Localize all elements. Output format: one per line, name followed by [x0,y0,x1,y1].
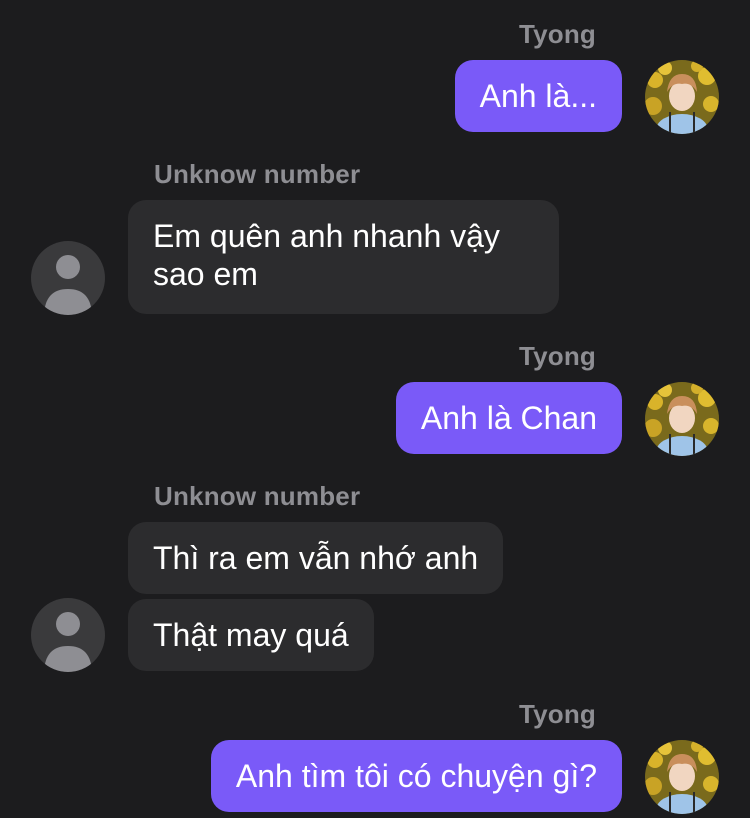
user-avatar[interactable] [645,382,719,456]
user-avatar-photo [645,60,719,134]
sender-name: Unknow number [154,159,361,189]
person-silhouette-icon [44,255,92,315]
user-avatar[interactable] [645,60,719,134]
sender-name: Tyong [518,699,596,729]
unknown-contact-avatar[interactable] [31,598,105,672]
message-bubble-outgoing[interactable]: Anh tìm tôi có chuyện gì? [210,740,622,812]
unknown-contact-avatar[interactable] [31,241,105,315]
user-avatar[interactable] [645,740,719,814]
sender-name: Tyong [518,19,596,49]
message-bubble-incoming[interactable]: Em quên anh nhanh vậy sao em [128,200,559,314]
person-silhouette-icon [44,612,92,672]
message-bubble-outgoing[interactable]: Anh là... [454,60,622,132]
message-bubble-incoming[interactable]: Thì ra em vẫn nhớ anh [128,522,504,594]
user-avatar-photo [645,382,719,456]
message-bubble-outgoing[interactable]: Anh là Chan [395,382,622,454]
chat-thread: Tyong Anh là... Unknow number Em quên an… [0,0,750,818]
user-avatar-photo [645,740,719,814]
sender-name: Unknow number [154,481,361,511]
sender-name: Tyong [518,341,596,371]
message-bubble-incoming[interactable]: Thật may quá [128,599,374,671]
